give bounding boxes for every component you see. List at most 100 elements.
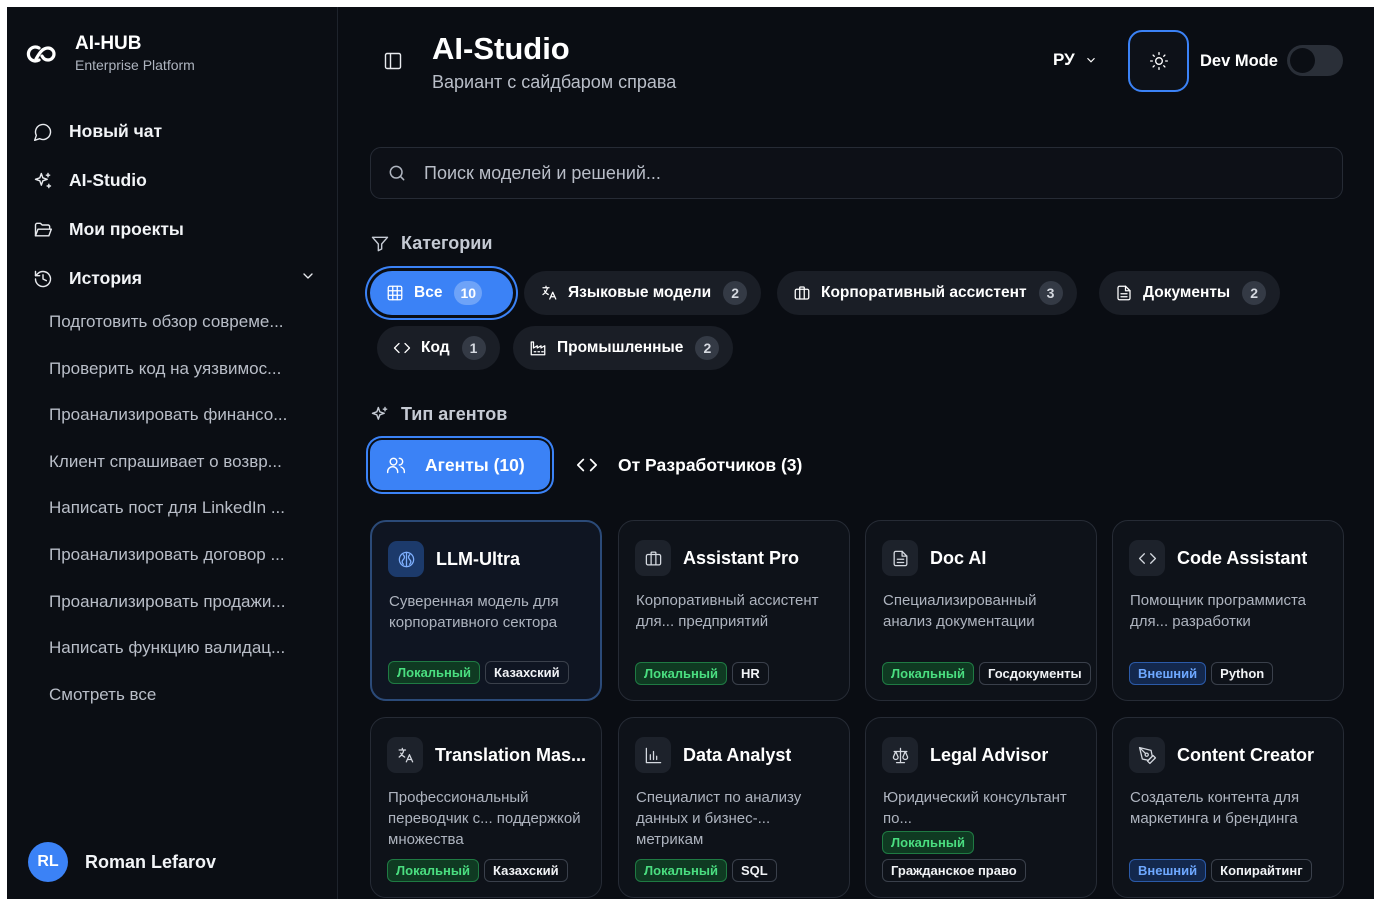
grid-icon (387, 285, 403, 301)
search-placeholder: Поиск моделей и решений... (424, 162, 661, 183)
chat-bubble-icon (32, 121, 54, 143)
chip-label: Документы (1143, 284, 1231, 301)
agent-card-translation-master[interactable]: Translation Mas... Профессиональный пере… (370, 717, 602, 898)
agent-card-code-assistant[interactable]: Code Assistant Помощник программиста для… (1112, 520, 1344, 701)
ai-hub-logo-icon (26, 44, 56, 63)
tag-external: Внешний (1129, 662, 1207, 685)
tab-label: От Разработчиков (3) (618, 454, 803, 475)
filter-icon (371, 236, 389, 251)
sidebar-item-label: Новый чат (69, 121, 163, 141)
tag-local: Локальный (635, 859, 727, 882)
agent-card-doc-ai[interactable]: Doc AI Специализированный анализ докумен… (865, 520, 1097, 701)
card-title: Assistant Pro (683, 547, 800, 568)
tag-local: Локальный (635, 662, 727, 685)
history-item[interactable]: Написать функцию валидац... (7, 625, 338, 672)
category-chip-code[interactable]: Код 1 (377, 326, 500, 370)
app-window: AI-HUB Enterprise Platform Новый чат AI-… (7, 7, 1374, 899)
history-item[interactable]: Проанализировать продажи... (7, 579, 338, 626)
card-title: Data Analyst (683, 744, 792, 765)
tab-agents[interactable]: Агенты (10) (370, 440, 550, 490)
chip-label: Корпоративный ассистент (821, 284, 1027, 301)
history-list: Подготовить обзор совреме... Проверить к… (7, 299, 338, 718)
tab-label: Агенты (10) (425, 454, 525, 475)
language-selector[interactable]: РУ (1053, 50, 1098, 70)
card-description: Помощник программиста для... разработки (1130, 592, 1307, 630)
dev-mode-toggle[interactable] (1287, 45, 1343, 76)
translate-icon (542, 285, 557, 300)
brand-name: AI-HUB (75, 33, 142, 54)
page-subtitle: Вариант с сайдбаром справа (432, 72, 677, 92)
sidebar-item-ai-studio[interactable]: AI-Studio (7, 156, 338, 205)
category-chip-all[interactable]: Все 10 (370, 271, 513, 315)
agent-card-llm-ultra[interactable]: LLM-Ultra Суверенная модель для корпорат… (370, 520, 602, 701)
agent-card-assistant-pro[interactable]: Assistant Pro Корпоративный ассистент дл… (618, 520, 850, 701)
tag: Казахский (484, 859, 568, 882)
chip-count: 2 (1242, 281, 1267, 305)
category-chip-industrial[interactable]: Промышленные 2 (513, 326, 734, 370)
history-item[interactable]: Проверить код на уязвимос... (7, 346, 338, 393)
sidebar-item-history[interactable]: История (7, 254, 338, 303)
chip-count: 2 (723, 281, 748, 305)
tag: Гражданское право (882, 859, 1026, 882)
history-item[interactable]: Клиент спрашивает о возвр... (7, 439, 338, 486)
history-icon (32, 268, 54, 290)
history-item[interactable]: Подготовить обзор совреме... (7, 299, 338, 346)
card-description: Юридический консультант по... (883, 789, 1067, 827)
chip-label: Код (421, 339, 450, 356)
sidebar-toggle-icon[interactable] (383, 51, 405, 73)
card-description: Создатель контента для маркетинга и брен… (1130, 789, 1300, 827)
language-label: РУ (1053, 50, 1075, 69)
card-description: Суверенная модель для корпоративного сек… (389, 593, 559, 631)
card-title: Code Assistant (1177, 547, 1308, 568)
user-profile[interactable]: RL Roman Lefarov (28, 842, 216, 882)
search-icon (389, 165, 405, 181)
chip-count: 1 (461, 336, 486, 360)
theme-toggle-button[interactable] (1128, 30, 1189, 92)
card-title: Doc AI (930, 547, 987, 568)
category-chip-language-models[interactable]: Языковые модели 2 (524, 271, 762, 315)
see-all-link[interactable]: Смотреть все (7, 672, 338, 719)
category-chip-corporate-assistant[interactable]: Корпоративный ассистент 3 (777, 271, 1077, 315)
tag-local: Локальный (388, 661, 480, 684)
card-title: LLM-Ultra (436, 548, 520, 569)
users-icon (386, 457, 406, 474)
category-chip-documents[interactable]: Документы 2 (1099, 271, 1281, 315)
avatar: RL (28, 842, 68, 882)
brand[interactable]: AI-HUB Enterprise Platform (23, 33, 195, 74)
sidebar-item-new-chat[interactable]: Новый чат (7, 107, 338, 156)
history-item[interactable]: Написать пост для LinkedIn ... (7, 485, 338, 532)
categories-heading: Категории (370, 233, 492, 254)
tag: Госдокументы (979, 662, 1091, 685)
history-item[interactable]: Проанализировать договор ... (7, 532, 338, 579)
chevron-down-icon[interactable] (300, 268, 316, 289)
user-name: Roman Lefarov (85, 851, 217, 872)
code-icon (393, 342, 411, 354)
categories-label: Категории (401, 233, 493, 253)
agent-types-heading: Тип агентов (370, 404, 507, 425)
tag: HR (732, 662, 769, 685)
tag: Python (1211, 662, 1274, 685)
agent-card-content-creator[interactable]: Content Creator Создатель контента для м… (1112, 717, 1344, 898)
tag-local: Локальный (882, 831, 974, 854)
card-title: Legal Advisor (930, 744, 1049, 765)
chip-count: 3 (1038, 281, 1063, 305)
chip-count: 10 (454, 281, 483, 305)
tag-local: Локальный (387, 859, 479, 882)
card-description: Профессиональный переводчик с... поддерж… (388, 789, 581, 848)
card-title: Content Creator (1177, 744, 1315, 765)
factory-icon (530, 341, 546, 356)
chip-label: Промышленные (557, 339, 684, 356)
card-description: Специализированный анализ документации (883, 592, 1037, 630)
folder-open-icon (32, 219, 54, 241)
agent-card-legal-advisor[interactable]: Legal Advisor Юридический консультант по… (865, 717, 1097, 898)
sidebar-item-projects[interactable]: Мои проекты (7, 205, 338, 254)
agent-card-data-analyst[interactable]: Data Analyst Специалист по анализу данны… (618, 717, 850, 898)
main-content: AI-Studio Вариант с сайдбаром справа РУ … (339, 7, 1374, 899)
code-icon (576, 458, 598, 472)
document-icon (882, 540, 918, 576)
tab-developers[interactable]: От Разработчиков (3) (576, 440, 802, 490)
chip-label: Языковые модели (568, 284, 712, 301)
sidebar-item-label: Мои проекты (69, 219, 184, 239)
history-item[interactable]: Проанализировать финансо... (7, 392, 338, 439)
search-input[interactable]: Поиск моделей и решений... (370, 147, 1343, 199)
